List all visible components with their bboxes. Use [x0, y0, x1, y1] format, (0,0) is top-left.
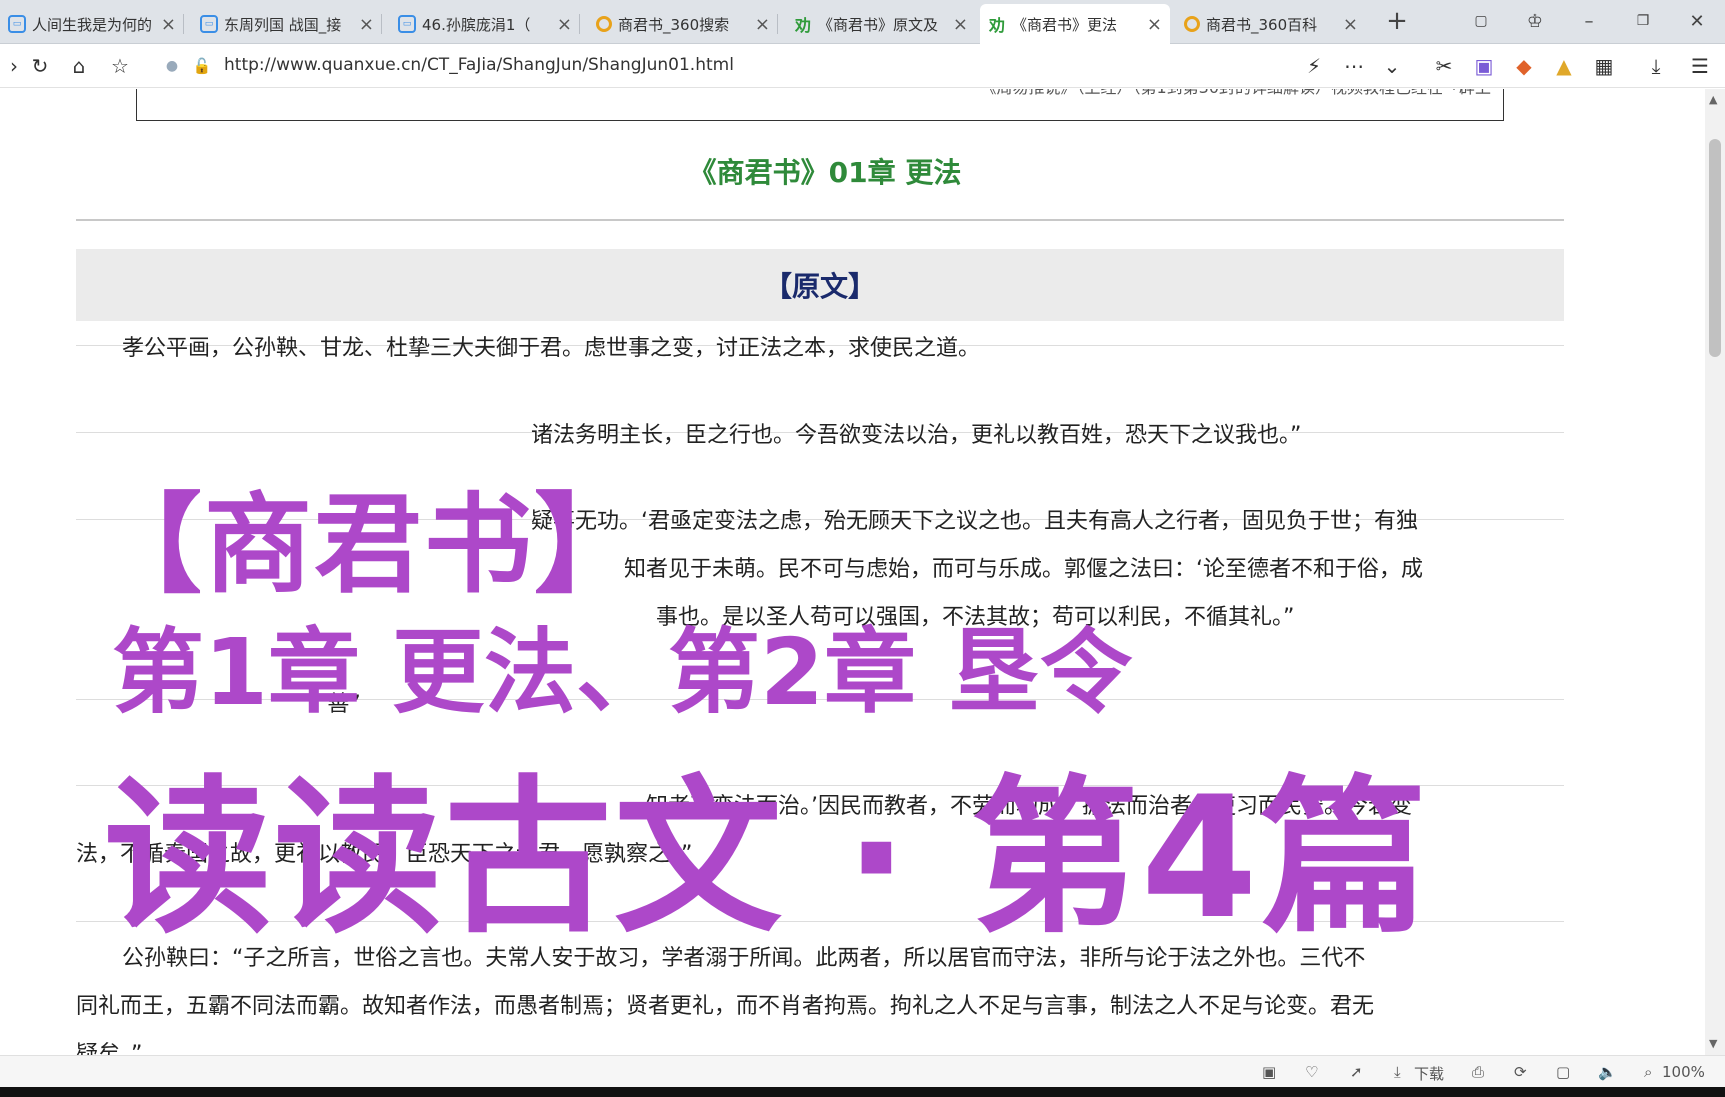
scroll-up-icon[interactable]: ▲	[1709, 93, 1717, 106]
window-icon[interactable]: ▢	[1556, 1063, 1570, 1081]
tab-3[interactable]: ▭ 46.孙膑庞涓1（ ×	[390, 4, 580, 44]
paragraph: 疑矣。”	[76, 1042, 143, 1055]
refresh-small-icon[interactable]: ⟳	[1514, 1063, 1527, 1081]
refresh-icon[interactable]: ↻	[26, 52, 54, 80]
close-icon[interactable]: ×	[953, 14, 968, 35]
tab-label: 人间生我是为何的	[32, 15, 153, 34]
rocket-icon[interactable]: ➚	[1350, 1063, 1363, 1081]
print-icon[interactable]: ⎙	[1472, 1063, 1484, 1081]
insecure-lock-icon[interactable]: 🔓	[188, 52, 216, 80]
badge-icon[interactable]: ▢	[1466, 6, 1496, 36]
search360-icon	[1184, 16, 1200, 32]
favorites-icon[interactable]: ☆	[106, 52, 134, 80]
image-icon[interactable]: ▣	[1262, 1063, 1276, 1081]
translate-icon[interactable]: ▣	[1470, 52, 1498, 80]
tab-label: 《商君书》原文及	[818, 15, 939, 34]
tab-5[interactable]: 劝 《商君书》原文及 ×	[786, 4, 976, 44]
close-icon[interactable]: ×	[1147, 14, 1162, 35]
vertical-scrollbar[interactable]: ▲ ▼	[1705, 89, 1725, 1055]
paragraph: 同礼而王，五霸不同法而霸。故知者作法，而愚者制焉；贤者更礼，而不肖者拘焉。拘礼之…	[76, 994, 1375, 1019]
minimize-icon[interactable]: –	[1574, 6, 1604, 36]
tab-6-active[interactable]: 劝 《商君书》更法 ×	[980, 4, 1170, 44]
paragraph: 孝公平画，公孙鞅、甘龙、杜挚三大夫御于君。虑世事之变，讨正法之本，求使民之道。	[122, 336, 981, 361]
close-icon[interactable]: ×	[161, 14, 176, 35]
section-heading: 【原文】	[763, 270, 876, 303]
site-icon: ●	[165, 58, 179, 74]
overlay-title-chapters: 第1章 更法、第2章 垦令	[112, 619, 1133, 726]
tab-label: 东周列国 战国_接	[224, 15, 342, 34]
address-toolbar: › ↻ ⌂ ☆ ● 🔓 http://www.quanxue.cn/CT_FaJ…	[0, 44, 1725, 88]
divider	[76, 219, 1564, 221]
tv-icon: ▭	[398, 15, 416, 33]
promo-box: 《周易推说》（上经）（第1到第30封的详细解读）视频教程已经在「辟上	[136, 89, 1504, 121]
download-icon[interactable]: ⤓	[1642, 52, 1670, 80]
menu-icon[interactable]: ☰	[1686, 52, 1714, 80]
restore-icon[interactable]: ❐	[1628, 6, 1658, 36]
chevron-down-icon[interactable]: ⌄	[1378, 52, 1406, 80]
tv-icon: ▭	[200, 15, 218, 33]
close-icon[interactable]: ×	[755, 14, 770, 35]
home-icon[interactable]: ⌂	[65, 52, 93, 80]
forward-icon[interactable]: ›	[0, 52, 28, 80]
quanxue-icon: 劝	[988, 16, 1005, 35]
tab-label: 《商君书》更法	[1012, 15, 1118, 34]
tab-2[interactable]: ▭ 东周列国 战国_接 ×	[192, 4, 382, 44]
close-icon[interactable]: ×	[1343, 14, 1358, 35]
close-window-icon[interactable]: ✕	[1682, 6, 1712, 36]
overlay-title-series: 读读古文 · 第4篇	[104, 760, 1430, 956]
new-tab-button[interactable]: +	[1382, 6, 1412, 36]
download-icon[interactable]: ⤓	[1394, 1063, 1401, 1081]
tab-7[interactable]: 商君书_360百科 ×	[1176, 4, 1366, 44]
search360-icon	[596, 16, 612, 32]
chapter-title: 《商君书》01章 更法	[688, 156, 962, 189]
tab-label: 商君书_360搜索	[618, 15, 730, 34]
section-heading-box: 【原文】	[76, 249, 1564, 321]
extension-icon[interactable]: ▲	[1550, 52, 1578, 80]
download-label[interactable]: 下载	[1414, 1063, 1444, 1084]
close-icon[interactable]: ×	[557, 14, 572, 35]
close-icon[interactable]: ×	[359, 14, 374, 35]
tab-1[interactable]: ▭ 人间生我是为何的 ×	[0, 4, 184, 44]
promo-text[interactable]: 《周易推说》（上经）（第1到第30封的详细解读）视频教程已经在「辟上	[980, 89, 1491, 98]
scissors-icon[interactable]: ✂	[1430, 52, 1458, 80]
overlay-title-book: 【商君书】	[94, 483, 645, 608]
apps-grid-icon[interactable]: ▦	[1590, 52, 1618, 80]
tab-strip: ▭ 人间生我是为何的 × ▭ 东周列国 战国_接 × ▭ 46.孙膑庞涓1（ ×…	[0, 0, 1725, 44]
volume-icon[interactable]: 🔈	[1598, 1063, 1617, 1081]
zoom-level[interactable]: 100%	[1662, 1063, 1705, 1081]
tab-4[interactable]: 商君书_360搜索 ×	[588, 4, 778, 44]
tv-icon: ▭	[8, 15, 26, 33]
address-input[interactable]: http://www.quanxue.cn/CT_FaJia/ShangJun/…	[224, 55, 734, 75]
paragraph: 诸法务明主长，臣之行也。今吾欲变法以治，更礼以教百姓，恐天下之议我也。”	[531, 423, 1302, 448]
quanxue-icon: 劝	[794, 16, 811, 35]
status-bar: ▣ ♡ ➚ ⤓ 下载 ⎙ ⟳ ▢ 🔈 ⌕ 100%	[0, 1055, 1725, 1087]
lightning-icon[interactable]: ⚡	[1300, 52, 1328, 80]
scrollbar-thumb[interactable]	[1709, 139, 1721, 357]
zoom-icon[interactable]: ⌕	[1644, 1063, 1652, 1081]
tab-label: 商君书_360百科	[1206, 15, 1318, 34]
more-icon[interactable]: ⋯	[1340, 52, 1368, 80]
scroll-down-icon[interactable]: ▼	[1709, 1037, 1717, 1050]
game-icon[interactable]: ◆	[1510, 52, 1538, 80]
skin-icon[interactable]: ♔	[1520, 6, 1550, 36]
taskbar-edge	[0, 1087, 1725, 1097]
health-icon[interactable]: ♡	[1305, 1063, 1318, 1081]
tab-label: 46.孙膑庞涓1（	[422, 15, 531, 34]
